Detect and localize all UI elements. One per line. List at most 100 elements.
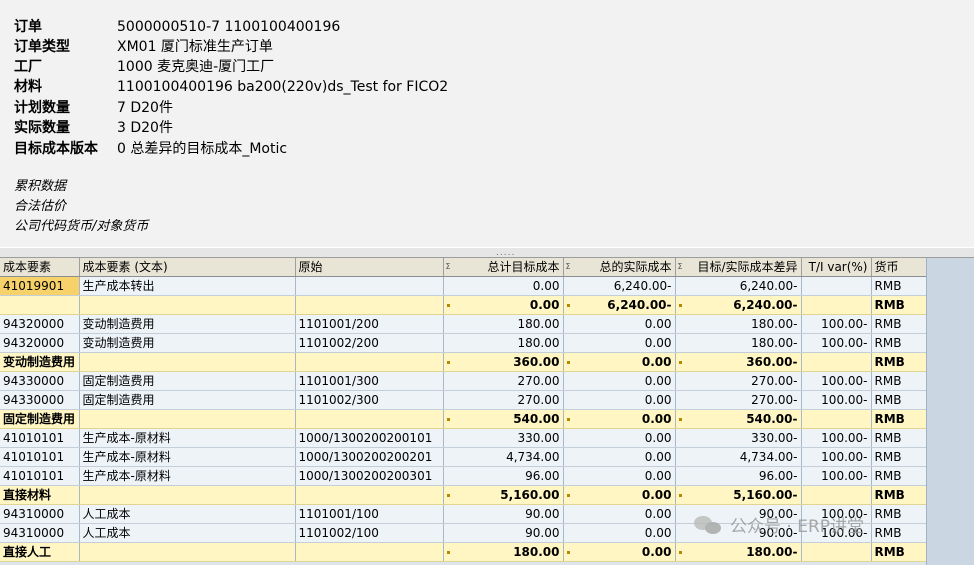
table-row[interactable]: 94320000 变动制造费用 1101001/200 180.00 0.00 180.0… [0, 314, 927, 334]
cell-total-target[interactable]: 180.00 [443, 333, 564, 353]
cell-total-actual[interactable]: 0.00 [563, 333, 676, 353]
cell-ti-var[interactable]: 100.00- [801, 428, 872, 448]
cell-variance[interactable]: 5,160.00- [675, 485, 802, 505]
cell-cost-element-text[interactable]: 人工成本 [79, 523, 296, 543]
cell-cost-element[interactable]: 41010101 [0, 466, 80, 486]
cell-cost-element-text[interactable] [79, 485, 296, 505]
cell-total-actual[interactable]: 0.00 [563, 485, 676, 505]
cell-total-target[interactable]: 0.00 [443, 295, 564, 315]
subtotal-row[interactable]: 直接人工 180.00 0.00 180.00- RMB [0, 542, 927, 562]
cell-cost-element[interactable]: 94320000 [0, 314, 80, 334]
cell-currency[interactable]: RMB [871, 390, 927, 410]
cell-cost-element[interactable]: 固定制造费用 [0, 409, 80, 429]
cell-cost-element-text[interactable] [79, 542, 296, 562]
cell-cost-element-text[interactable]: 生产成本-原材料 [79, 428, 296, 448]
cell-ti-var[interactable]: 100.00- [801, 390, 872, 410]
cell-total-target[interactable]: 90.00 [443, 504, 564, 524]
cell-ti-var[interactable] [801, 409, 872, 429]
cell-cost-element-text[interactable]: 变动制造费用 [79, 333, 296, 353]
cell-total-target[interactable]: 180.00 [443, 542, 564, 562]
subtotal-row[interactable]: 0.00 6,240.00- 6,240.00- RMB [0, 295, 927, 315]
cell-origin[interactable]: 1101002/300 [295, 390, 444, 410]
cell-cost-element[interactable] [0, 295, 80, 315]
cell-cost-element[interactable]: 94310000 [0, 523, 80, 543]
cell-cost-element[interactable]: 41019901 [0, 276, 80, 296]
cell-total-actual[interactable]: 0.00 [563, 447, 676, 467]
cell-total-target[interactable]: 5,160.00 [443, 485, 564, 505]
panel-splitter[interactable]: ..... [0, 247, 974, 258]
cell-variance[interactable]: 540.00- [675, 409, 802, 429]
cell-ti-var[interactable]: 100.00- [801, 333, 872, 353]
cell-cost-element-text[interactable] [79, 352, 296, 372]
cell-currency[interactable]: RMB [871, 504, 927, 524]
cell-total-target[interactable]: 270.00 [443, 390, 564, 410]
cell-variance[interactable]: 96.00- [675, 466, 802, 486]
cell-ti-var[interactable]: 100.00- [801, 447, 872, 467]
cell-variance[interactable]: 180.00- [675, 314, 802, 334]
cell-cost-element-text[interactable]: 变动制造费用 [79, 314, 296, 334]
cell-ti-var[interactable] [801, 542, 872, 562]
cell-total-actual[interactable]: 0.00 [563, 314, 676, 334]
cell-currency[interactable]: RMB [871, 542, 927, 562]
cell-variance[interactable]: 330.00- [675, 428, 802, 448]
cell-cost-element-text[interactable]: 生产成本-原材料 [79, 466, 296, 486]
cell-total-target[interactable]: 4,734.00 [443, 447, 564, 467]
cell-total-target[interactable]: 90.00 [443, 523, 564, 543]
cell-origin[interactable]: 1101002/200 [295, 333, 444, 353]
cell-total-actual[interactable]: 0.00 [563, 409, 676, 429]
col-total-actual[interactable]: Σ 总的实际成本 [563, 258, 676, 277]
cell-ti-var[interactable] [801, 295, 872, 315]
cell-total-target[interactable]: 270.00 [443, 371, 564, 391]
cell-currency[interactable]: RMB [871, 333, 927, 353]
cell-currency[interactable]: RMB [871, 295, 927, 315]
cell-total-actual[interactable]: 0.00 [563, 428, 676, 448]
cell-total-actual[interactable]: 0.00 [563, 352, 676, 372]
cell-origin[interactable] [295, 352, 444, 372]
cell-cost-element[interactable]: 94330000 [0, 371, 80, 391]
cell-ti-var[interactable] [801, 485, 872, 505]
cell-total-target[interactable]: 0.00 [443, 276, 564, 296]
cell-cost-element-text[interactable]: 固定制造费用 [79, 371, 296, 391]
table-row[interactable]: 41010101 生产成本-原材料 1000/1300200200301 96.00 0… [0, 466, 927, 486]
cell-total-actual[interactable]: 0.00 [563, 542, 676, 562]
subtotal-row[interactable]: 变动制造费用 360.00 0.00 360.00- RMB [0, 352, 927, 372]
cell-currency[interactable]: RMB [871, 276, 927, 296]
table-row[interactable]: 94320000 变动制造费用 1101002/200 180.00 0.00 180.0… [0, 333, 927, 353]
cell-cost-element[interactable]: 94330000 [0, 390, 80, 410]
cell-currency[interactable]: RMB [871, 314, 927, 334]
table-row[interactable]: 94330000 固定制造费用 1101001/300 270.00 0.00 270.0… [0, 371, 927, 391]
cell-cost-element-text[interactable]: 固定制造费用 [79, 390, 296, 410]
table-row[interactable]: 41010101 生产成本-原材料 1000/1300200200101 330.00… [0, 428, 927, 448]
cell-cost-element[interactable]: 41010101 [0, 447, 80, 467]
cell-cost-element-text[interactable] [79, 295, 296, 315]
cell-origin[interactable] [295, 485, 444, 505]
cell-total-actual[interactable]: 0.00 [563, 523, 676, 543]
cell-total-actual[interactable]: 6,240.00- [563, 276, 676, 296]
cell-cost-element[interactable]: 41010101 [0, 428, 80, 448]
subtotal-row[interactable]: 固定制造费用 540.00 0.00 540.00- RMB [0, 409, 927, 429]
cell-currency[interactable]: RMB [871, 485, 927, 505]
cell-origin[interactable]: 1101002/100 [295, 523, 444, 543]
cell-cost-element-text[interactable]: 生产成本转出 [79, 276, 296, 296]
col-total-target[interactable]: Σ 总计目标成本 [443, 258, 564, 277]
currency-link[interactable]: 公司代码货币/对象货币 [14, 217, 148, 237]
cell-currency[interactable]: RMB [871, 352, 927, 372]
cell-currency[interactable]: RMB [871, 371, 927, 391]
cell-ti-var[interactable]: 100.00- [801, 371, 872, 391]
col-ti-var[interactable]: T/I var(%) [801, 258, 872, 277]
cell-total-target[interactable]: 360.00 [443, 352, 564, 372]
cell-cost-element[interactable]: 直接人工 [0, 542, 80, 562]
cell-ti-var[interactable] [801, 276, 872, 296]
cell-ti-var[interactable]: 100.00- [801, 466, 872, 486]
cell-origin[interactable]: 1000/1300200200301 [295, 466, 444, 486]
cell-origin[interactable]: 1101001/300 [295, 371, 444, 391]
cell-total-actual[interactable]: 0.00 [563, 390, 676, 410]
cell-origin[interactable] [295, 409, 444, 429]
splitter-grip-icon[interactable]: ..... [496, 249, 515, 258]
cell-total-target[interactable]: 180.00 [443, 314, 564, 334]
cell-currency[interactable]: RMB [871, 523, 927, 543]
cell-currency[interactable]: RMB [871, 466, 927, 486]
cell-currency[interactable]: RMB [871, 409, 927, 429]
cell-origin[interactable] [295, 276, 444, 296]
cell-total-actual[interactable]: 0.00 [563, 466, 676, 486]
